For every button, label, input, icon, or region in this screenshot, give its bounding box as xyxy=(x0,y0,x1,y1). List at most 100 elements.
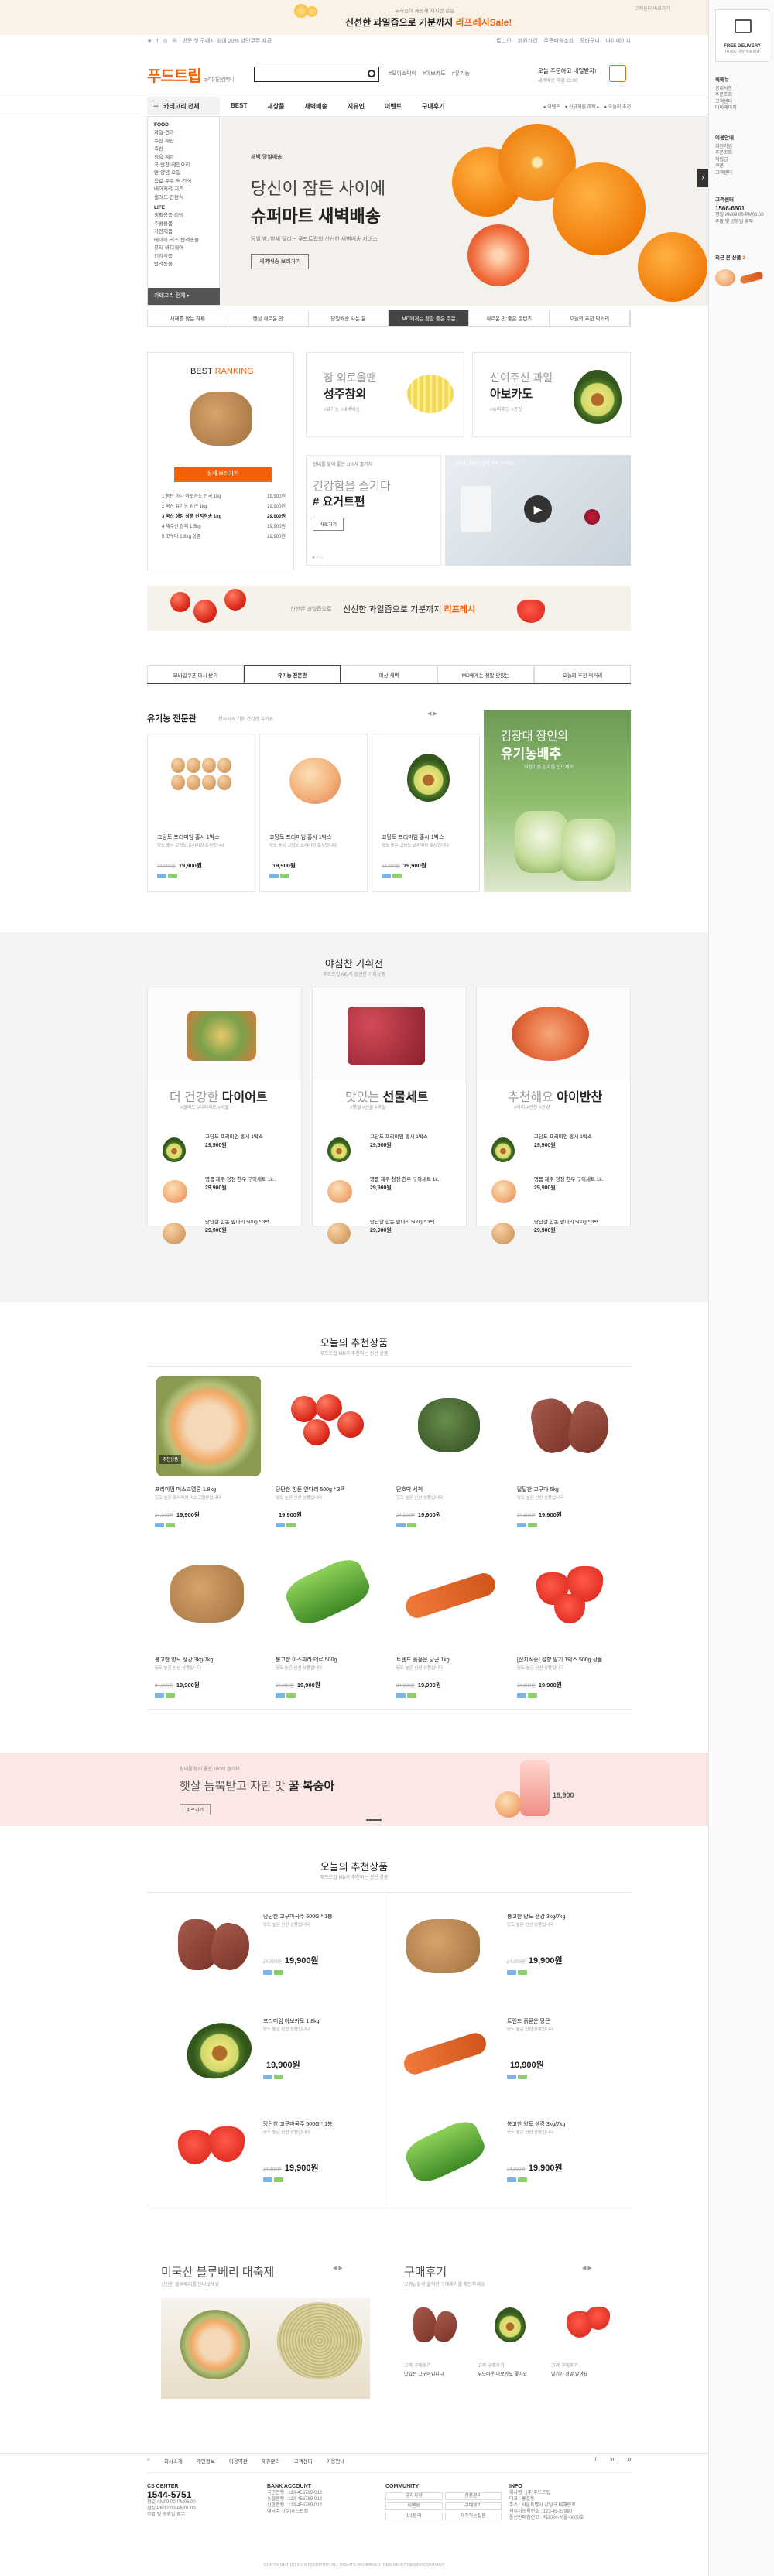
category-item[interactable]: 샐러드·간편식 xyxy=(154,194,213,202)
nav-item-jiyu[interactable]: 지유인 xyxy=(348,102,365,111)
search-box[interactable] xyxy=(254,67,379,82)
join-link[interactable]: 회원가입 xyxy=(518,37,538,45)
promo-card-avocado[interactable]: 신이주신 과일 아보카도 #슈퍼푸드 #건강 xyxy=(472,352,631,437)
search-icon[interactable] xyxy=(368,70,375,77)
plan-item-name[interactable]: 명품 제주 청정 한우 구이세트 1k.. xyxy=(534,1175,604,1182)
rec2-product[interactable]: 봉고한 양도 생강 3kg/7kg 당도 높은 신선 상품입니다 24,900원… xyxy=(391,1896,631,1996)
nav-item-best[interactable]: BEST xyxy=(231,102,247,111)
community-link[interactable]: 공지사항 xyxy=(385,2492,443,2500)
category-item[interactable]: 생활용품·리빙 xyxy=(154,212,213,220)
nav-right-benefit[interactable]: ♥ 신규회원 혜택 ▸ xyxy=(565,103,600,110)
category-item[interactable]: 건강식품 xyxy=(154,253,213,261)
nav-item-event[interactable]: 이벤트 xyxy=(385,102,402,111)
footer-link[interactable]: 제휴문의 xyxy=(262,2457,280,2465)
peach-pager[interactable] xyxy=(366,1819,382,1821)
nav-item-new[interactable]: 새상품 xyxy=(267,102,284,111)
organic-cabbage-banner[interactable]: 김장대 장인의 유기농배추 직접기른 김치를 만드세요 xyxy=(484,710,631,892)
community-link[interactable]: 이벤트 xyxy=(385,2502,443,2510)
category-item[interactable]: 정육·계란 xyxy=(154,154,213,162)
section-tab[interactable]: 미산 새벽 xyxy=(341,665,437,683)
peach-banner[interactable]: 장내를 맞이 좋은 100세 즐기자 햇살 듬뿍받고 자란 맛 꿀 복숭아 바로… xyxy=(0,1753,708,1826)
recent-item-image[interactable] xyxy=(739,271,764,285)
hero-tab-active[interactable]: MD에게는 정말 좋은 주문 xyxy=(389,310,470,326)
nav-item-dawn[interactable]: 새벽배송 xyxy=(304,102,327,111)
ranking-row[interactable]: 1 동탄 하나 아보카도 전국 1kg 19,900원 xyxy=(162,492,286,502)
promo-pager[interactable]: ● ○ ○ xyxy=(312,556,323,560)
quick-link[interactable]: 주문조회 xyxy=(715,92,771,99)
community-link[interactable]: 1:1문의 xyxy=(385,2513,443,2520)
cart-icon[interactable] xyxy=(609,65,626,82)
juice-strip-banner[interactable]: 신선한 과일즙으로 신선한 과일즙으로 기분까지 리프레시 xyxy=(147,586,631,631)
category-item[interactable]: 과일·견과 xyxy=(154,129,213,137)
recent-item-image[interactable] xyxy=(715,269,735,286)
plan-item-name[interactable]: 명품 제주 청정 한우 구이세트 1k.. xyxy=(370,1175,440,1182)
hero-tab[interactable]: 오늘의 추천 먹거리 xyxy=(550,310,630,326)
plan-item-name[interactable]: 당단한 한돈 앞다리 500g * 3팩 xyxy=(370,1217,434,1225)
login-link[interactable]: 로그인 xyxy=(496,37,511,45)
rec2-product[interactable]: 프리미엄 아보카도 1.8kg 당도 높은 신선 상품입니다 19,900원 xyxy=(147,2000,387,2101)
plan-item-name[interactable]: 명품 제주 청정 한우 구이세트 1k.. xyxy=(205,1175,276,1182)
video-card[interactable]: 그래서 달콤한 맛에 계속 먹어요 ▶ xyxy=(445,455,631,566)
promo-card-melon[interactable]: 참 외로울땐 성주참외 #유기농 #새벽배송 xyxy=(306,352,464,437)
nav-right-today[interactable]: ● 오늘의 추천 xyxy=(604,103,631,110)
section-tab[interactable]: MD에게는 정말 맛있는 xyxy=(437,665,534,683)
rec-product-card[interactable]: 봉고한 양도 생강 3kg/7kg 당도 높은 신선 상품입니다 24,900원… xyxy=(147,1541,268,1708)
category-item[interactable]: 국·반찬·메인요리 xyxy=(154,162,213,169)
footer-link[interactable]: 회사소개 xyxy=(164,2457,183,2465)
footer-link[interactable]: 고객센터 xyxy=(294,2457,313,2465)
community-link[interactable]: 상품문의 xyxy=(444,2492,502,2500)
plan-item-name[interactable]: 당단한 한돈 앞다리 500g * 3팩 xyxy=(205,1217,269,1225)
rec-product-card[interactable]: 트렌드 흙묻은 당근 1kg 당도 높은 신선 상품입니다 24,900원 19,… xyxy=(389,1541,509,1708)
rec-product-card[interactable]: 달달한 고구마 5kg 당도 높은 신선 상품입니다 24,900원 19,900… xyxy=(509,1371,630,1538)
plan-item-name[interactable]: 고당도 프리미엄 홍시 1박스 xyxy=(370,1132,428,1140)
peach-button[interactable]: 바로가기 xyxy=(180,1804,211,1815)
hero-tab[interactable]: 새로운 맛 좋은 콘텐츠 xyxy=(469,310,550,326)
hero-tab[interactable]: 햇살 새로운 맛 xyxy=(228,310,309,326)
community-link[interactable]: 구매후기 xyxy=(444,2502,502,2510)
facebook-icon[interactable]: f xyxy=(595,2457,597,2465)
rec2-product[interactable]: 당단한 고구마국주 500G * 1봉 당도 높은 신선 상품입니다 24,90… xyxy=(147,2103,387,2204)
category-item[interactable]: 축산 xyxy=(154,145,213,153)
naver-icon[interactable]: Ⓝ xyxy=(172,37,177,45)
rec-product-card[interactable]: [산지직송] 설향 딸기 1박스 500g 상품 당도 높은 신선 상품입니다 … xyxy=(509,1541,630,1708)
guide-link[interactable]: 회원가입 xyxy=(715,144,771,151)
category-item[interactable]: 면·양념·오일 xyxy=(154,169,213,177)
bookmark-icon[interactable]: ★ xyxy=(147,38,152,44)
quick-link[interactable]: 고객센터 xyxy=(715,99,771,106)
nav-item-review[interactable]: 구매후기 xyxy=(422,102,444,111)
rec2-product[interactable]: 당단한 고구마국주 500G * 1봉 당도 높은 신선 상품입니다 24,90… xyxy=(147,1896,387,1996)
rec-product-card[interactable]: 추천상품 프리미엄 머스크멜론 1.8kg 당도 높은 프리미엄 머스크멜론입니… xyxy=(147,1371,268,1538)
hero-tab[interactable]: 당일배송 사는 분 xyxy=(309,310,389,326)
category-item[interactable]: 베이커리·치즈 xyxy=(154,186,213,193)
community-link[interactable]: 자주하는질문 xyxy=(444,2513,502,2520)
organic-product-card[interactable]: 고당도 프리미엄 홍시 1박스 당도 높은 고당도 프리미엄 홍시입니다 24,… xyxy=(372,734,480,892)
rec-product-card[interactable]: 당단한 한돈 앞다리 500g * 3팩 당도 높은 신선 상품입니다 19,9… xyxy=(268,1371,389,1538)
organic-pager[interactable]: ◀ ▶ xyxy=(427,710,437,717)
guide-link[interactable]: 고객센터 xyxy=(715,170,771,177)
category-item[interactable]: 베이비·키즈·반려동물 xyxy=(154,237,213,245)
quick-link[interactable]: 공지사항 xyxy=(715,86,771,93)
keyword-chip[interactable]: #오이소박이 xyxy=(389,70,416,77)
rec2-product[interactable]: 트렌드 흙묻은 당근 당도 높은 신선 상품입니다 19,900원 xyxy=(391,2000,631,2101)
category-item[interactable]: 음료·우유·떡·간식 xyxy=(154,178,213,186)
category-all-link[interactable]: 카테고리 전체 ▸ xyxy=(148,288,221,305)
melon-pager[interactable]: ◀ ▶ xyxy=(333,2265,343,2271)
section-tab-active[interactable]: 유기농 전문관 xyxy=(244,665,341,683)
organic-product-card[interactable]: 고당도 프리미엄 홍시 1박스 당도 높은 고당도 프리미엄 홍시입니다 19,… xyxy=(259,734,368,892)
cart-link[interactable]: 장바구니 xyxy=(580,37,600,45)
category-item[interactable]: 뷰티·바디케어 xyxy=(154,245,213,252)
category-item[interactable]: 수산·해산 xyxy=(154,138,213,145)
blog-icon[interactable]: b xyxy=(628,2457,631,2465)
promo3-button[interactable]: 바로가기 xyxy=(313,518,344,531)
nav-right-event[interactable]: ● 이벤트 xyxy=(543,103,560,110)
guide-link[interactable]: 쿠폰 xyxy=(715,163,771,170)
hero-banner[interactable]: 새벽 당일배송 당신이 잠든 사이에 슈퍼마트 새벽배송 당일 밤, 밤새 달리… xyxy=(220,116,708,306)
footer-link[interactable]: 개인정보 xyxy=(197,2457,215,2465)
guide-link[interactable]: 적립금 xyxy=(715,157,771,164)
rec2-product[interactable]: 봉고한 양도 생강 3kg/7kg 당도 높은 신선 상품입니다 24,900원… xyxy=(391,2103,631,2204)
mypage-link[interactable]: 마이페이지 xyxy=(606,37,631,45)
ranking-row[interactable]: 2 국산 유기농 당근 1kg 19,900원 xyxy=(162,502,286,512)
hero-tab[interactable]: 새해를 맞는 하루 xyxy=(148,310,228,326)
organic-product-card[interactable]: 고당도 프리미엄 홍시 1박스 당도 높은 고당도 프리미엄 홍시입니다 24,… xyxy=(147,734,255,892)
keyword-chip[interactable]: #유기농 xyxy=(452,70,470,77)
